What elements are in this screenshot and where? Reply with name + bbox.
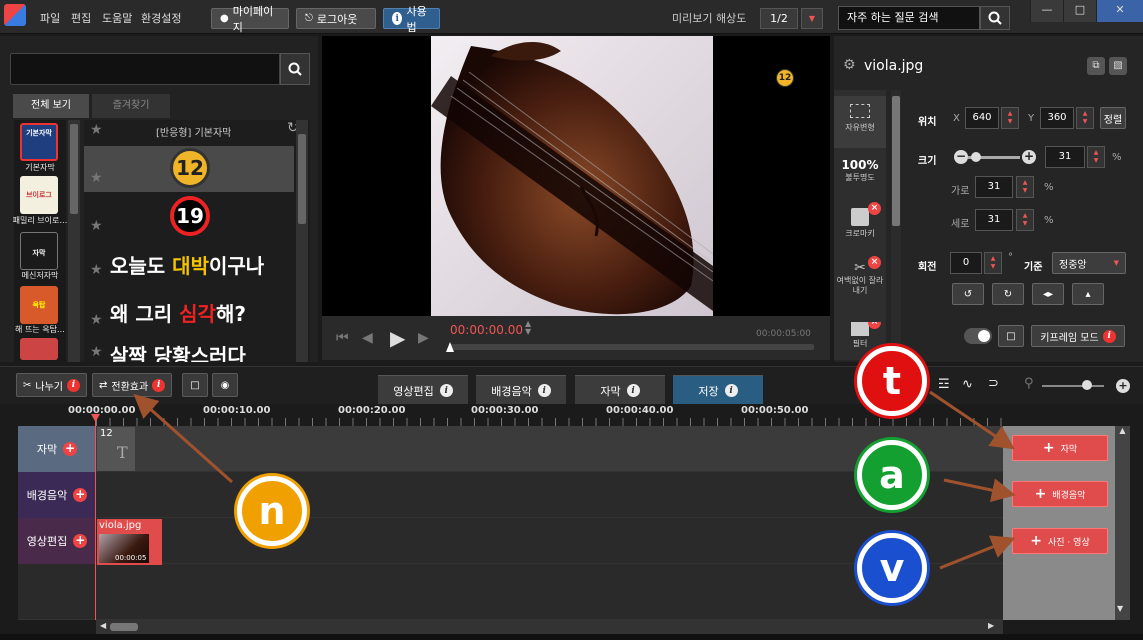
annotation-v: v xyxy=(857,533,927,603)
annotation-a: a xyxy=(857,440,927,510)
annotation-t: t xyxy=(857,346,927,416)
annotation-n: n xyxy=(237,476,307,546)
annotation-arrows xyxy=(133,390,1016,570)
